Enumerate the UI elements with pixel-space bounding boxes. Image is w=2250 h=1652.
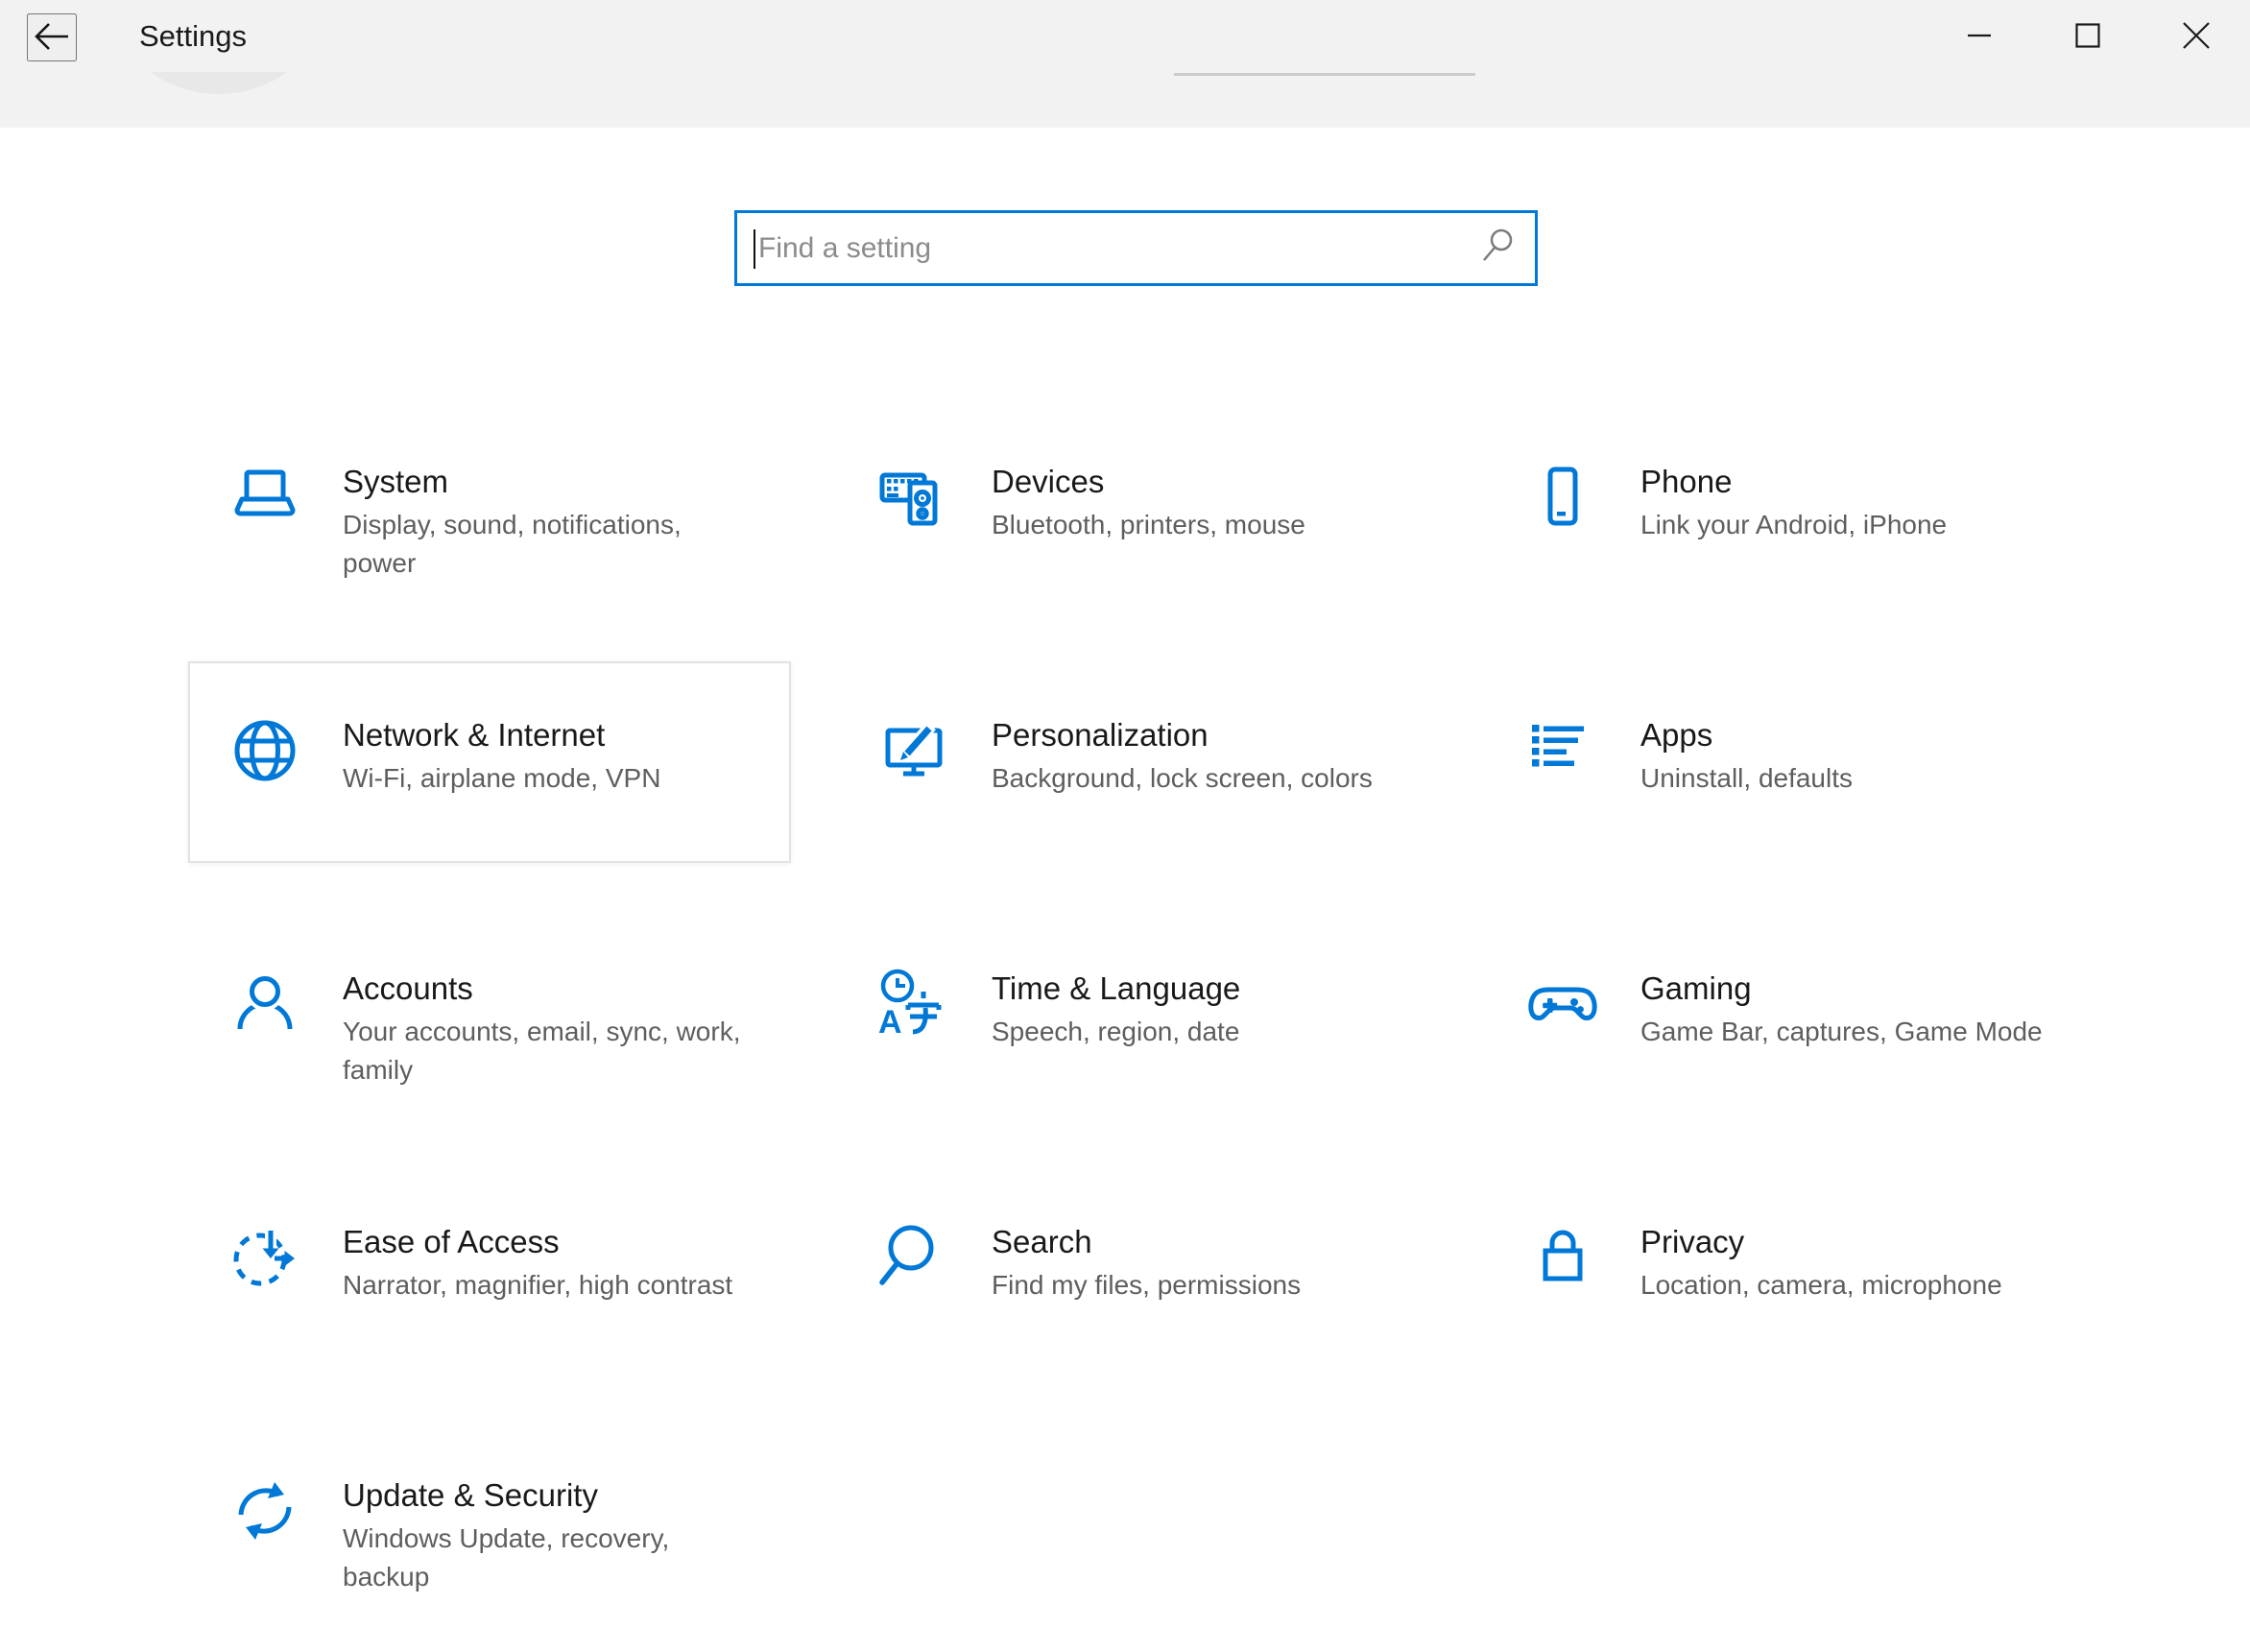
titlebar: Settings bbox=[0, 0, 2250, 128]
category-tile-ease-of-access[interactable]: Ease of Access Narrator, magnifier, high… bbox=[188, 1168, 791, 1370]
category-title: Time & Language bbox=[992, 969, 1240, 1009]
category-title: Privacy bbox=[1640, 1222, 2002, 1262]
category-title: Phone bbox=[1640, 462, 1947, 502]
clock-language-icon: A bbox=[875, 966, 952, 1042]
page-title: Settings bbox=[139, 17, 247, 56]
close-button[interactable] bbox=[2142, 0, 2250, 74]
category-title: Personalization bbox=[992, 715, 1373, 755]
person-icon bbox=[227, 966, 303, 1042]
categories-grid: System Display, sound, notifications, po… bbox=[188, 408, 2089, 1623]
category-title: Accounts bbox=[343, 969, 755, 1009]
category-tile-devices[interactable]: Devices Bluetooth, printers, mouse bbox=[837, 408, 1440, 610]
category-subtitle: Windows Update, recovery, backup bbox=[343, 1520, 755, 1596]
category-subtitle: Background, lock screen, colors bbox=[992, 759, 1373, 798]
minimize-icon bbox=[1967, 23, 1992, 51]
category-tile-gaming[interactable]: Gaming Game Bar, captures, Game Mode bbox=[1486, 915, 2089, 1116]
search-magnifier-icon bbox=[1479, 227, 1516, 269]
category-title: Gaming bbox=[1640, 969, 2043, 1009]
globe-icon bbox=[227, 712, 303, 789]
app-list-icon bbox=[1524, 712, 1601, 789]
category-subtitle: Narrator, magnifier, high contrast bbox=[343, 1266, 732, 1305]
category-tile-time-language[interactable]: A Time & Language Speech, region, date bbox=[837, 915, 1440, 1116]
category-tile-privacy[interactable]: Privacy Location, camera, microphone bbox=[1486, 1168, 2089, 1370]
close-icon bbox=[2183, 22, 2210, 52]
search-box bbox=[734, 210, 1538, 286]
category-subtitle: Uninstall, defaults bbox=[1640, 759, 1853, 798]
category-title: Network & Internet bbox=[343, 715, 660, 755]
category-title: Devices bbox=[992, 462, 1305, 502]
category-title: Update & Security bbox=[343, 1475, 755, 1516]
ease-of-access-icon bbox=[227, 1219, 303, 1296]
category-tile-update-security[interactable]: Update & Security Windows Update, recove… bbox=[188, 1422, 791, 1623]
monitor-pen-icon bbox=[875, 712, 952, 789]
category-tile-phone[interactable]: Phone Link your Android, iPhone bbox=[1486, 408, 2089, 610]
category-tile-accounts[interactable]: Accounts Your accounts, email, sync, wor… bbox=[188, 915, 791, 1116]
category-tile-network-internet[interactable]: Network & Internet Wi-Fi, airplane mode,… bbox=[188, 661, 791, 863]
back-arrow-icon bbox=[32, 19, 72, 57]
category-subtitle: Game Bar, captures, Game Mode bbox=[1640, 1013, 2043, 1051]
category-tile-search[interactable]: Search Find my files, permissions bbox=[837, 1168, 1440, 1370]
magnifier-icon bbox=[875, 1219, 952, 1296]
scroll-remnant-divider bbox=[1174, 73, 1475, 76]
category-subtitle: Find my files, permissions bbox=[992, 1266, 1301, 1305]
search-input[interactable] bbox=[737, 213, 1479, 283]
game-controller-icon bbox=[1524, 966, 1601, 1042]
category-subtitle: Location, camera, microphone bbox=[1640, 1266, 2002, 1305]
category-title: Apps bbox=[1640, 715, 1853, 755]
keyboard-speaker-icon bbox=[875, 459, 952, 536]
category-subtitle: Wi-Fi, airplane mode, VPN bbox=[343, 759, 660, 798]
category-tile-system[interactable]: System Display, sound, notifications, po… bbox=[188, 408, 791, 610]
svg-text:A: A bbox=[878, 1004, 902, 1041]
category-title: System bbox=[343, 462, 755, 502]
category-subtitle: Bluetooth, printers, mouse bbox=[992, 506, 1305, 544]
smartphone-icon bbox=[1524, 459, 1601, 536]
category-subtitle: Speech, region, date bbox=[992, 1013, 1240, 1051]
category-subtitle: Your accounts, email, sync, work, family bbox=[343, 1013, 755, 1089]
back-button[interactable] bbox=[27, 13, 77, 61]
category-subtitle: Display, sound, notifications, power bbox=[343, 506, 755, 583]
sync-icon bbox=[227, 1472, 303, 1549]
maximize-button[interactable] bbox=[2033, 0, 2142, 74]
category-tile-personalization[interactable]: Personalization Background, lock screen,… bbox=[837, 661, 1440, 863]
lock-icon bbox=[1524, 1219, 1601, 1296]
category-title: Search bbox=[992, 1222, 1301, 1262]
laptop-icon bbox=[227, 459, 303, 536]
maximize-icon bbox=[2075, 23, 2100, 51]
window-controls bbox=[1925, 0, 2250, 74]
category-title: Ease of Access bbox=[343, 1222, 732, 1262]
text-caret bbox=[754, 229, 755, 269]
category-subtitle: Link your Android, iPhone bbox=[1640, 506, 1947, 544]
avatar-arc bbox=[102, 72, 336, 94]
minimize-button[interactable] bbox=[1925, 0, 2033, 74]
category-tile-apps[interactable]: Apps Uninstall, defaults bbox=[1486, 661, 2089, 863]
